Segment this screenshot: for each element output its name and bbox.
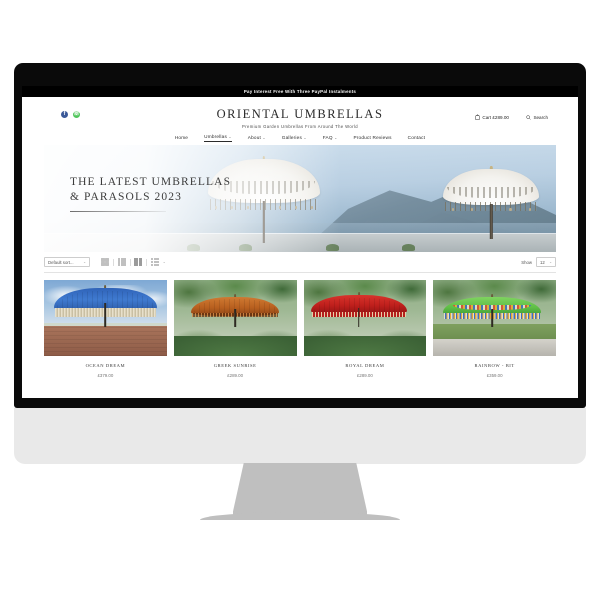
product-title[interactable]: ROYAL DREAM: [304, 363, 427, 368]
nav-label: Product Reviews: [353, 134, 392, 140]
product-grid: OCEAN DREAM £379.00 GREEK SUNRISE £289.0…: [44, 280, 556, 378]
header-utilities: Cart £289.00 Search: [475, 114, 548, 120]
umbrella-blue: [53, 284, 157, 328]
nav-item-faq[interactable]: FAQ ⌄: [323, 135, 338, 142]
nav-label: Home: [174, 134, 189, 140]
view-list-icon[interactable]: [150, 258, 159, 266]
product-title[interactable]: GREEK SUNRISE: [174, 363, 297, 368]
promo-banner-text: Pay Interest Free With Three PayPal Inst…: [243, 89, 357, 94]
product-card[interactable]: GREEK SUNRISE £289.00: [173, 280, 297, 378]
chevron-down-icon: ⌄: [83, 260, 86, 264]
brand-tagline: Premium Garden Umbrellas From Around The…: [242, 123, 358, 129]
product-image-royal-dream[interactable]: [303, 280, 427, 356]
sort-select[interactable]: Default sort... ⌄: [44, 257, 90, 267]
show-label: Show: [521, 259, 532, 265]
view-grid-2-icon[interactable]: [134, 258, 143, 266]
nav-label: Contact: [407, 134, 426, 140]
parasol-pole: [490, 203, 493, 239]
scene-hedge: [173, 336, 297, 356]
main-navigation: Home Umbrellas ⌄ About ⌄ Galleries ⌄ FAQ ⌄ P…: [22, 131, 578, 145]
product-title[interactable]: RAINBOW - BIT: [433, 363, 556, 368]
nav-item-contact[interactable]: Contact: [408, 135, 426, 142]
nav-label: FAQ: [322, 134, 333, 140]
chevron-down-icon: ⌄: [549, 260, 552, 264]
cart-label: Cart £289.00: [482, 114, 509, 120]
shop-toolbar: Default sort... ⌄ ⌄ Show 12 ⌄: [44, 252, 556, 273]
scene-paving: [433, 339, 556, 356]
site-header: f ☏ ORIENTAL UMBRELLAS Premium Garden Um…: [22, 97, 578, 131]
view-more-caret-icon[interactable]: ⌄: [163, 260, 166, 264]
umbrella-green-rainbow: [443, 293, 542, 328]
chevron-down-icon: ⌄: [262, 135, 266, 140]
scene-hedge: [303, 336, 427, 356]
cart-icon: [475, 114, 480, 120]
hero-headline-line1: THE LATEST UMBRELLAS: [70, 176, 232, 188]
product-card[interactable]: RAINBOW - BIT £359.00: [433, 280, 556, 378]
product-price: £379.00: [97, 373, 114, 378]
nav-item-product-reviews[interactable]: Product Reviews: [353, 135, 391, 142]
umbrella-pole: [491, 308, 493, 328]
hero-banner: THE LATEST UMBRELLAS & PARASOLS 2023: [44, 145, 556, 252]
chevron-down-icon: ⌄: [228, 135, 232, 140]
monitor-chin: [14, 408, 586, 464]
umbrella-pole: [357, 307, 360, 328]
nav-item-about[interactable]: About ⌄: [248, 135, 266, 142]
show-select[interactable]: 12 ⌄: [536, 257, 556, 267]
chevron-down-icon: ⌄: [303, 135, 307, 140]
nav-label: Umbrellas: [204, 134, 228, 140]
website-viewport: Pay Interest Free With Three PayPal Inst…: [22, 86, 578, 398]
view-grid-3-icon[interactable]: [117, 258, 126, 266]
monitor-mockup: Pay Interest Free With Three PayPal Inst…: [0, 0, 600, 600]
show-select-value: 12: [540, 259, 545, 265]
nav-item-umbrellas[interactable]: Umbrellas ⌄: [204, 134, 232, 142]
monitor-screen: Pay Interest Free With Three PayPal Inst…: [22, 86, 578, 398]
chevron-down-icon: ⌄: [334, 135, 338, 140]
nav-label: About: [247, 134, 261, 140]
umbrella-pole: [234, 308, 236, 328]
cart-button[interactable]: Cart £289.00: [475, 114, 509, 120]
umbrella-orange: [190, 293, 280, 328]
hero-copy: THE LATEST UMBRELLAS & PARASOLS 2023: [70, 175, 232, 213]
product-card[interactable]: OCEAN DREAM £379.00: [44, 280, 167, 378]
promo-banner[interactable]: Pay Interest Free With Three PayPal Inst…: [22, 86, 578, 97]
product-title[interactable]: OCEAN DREAM: [44, 363, 167, 368]
divider: [146, 258, 147, 266]
monitor-stand-foot: [200, 512, 400, 520]
hero-hedge: [402, 243, 416, 251]
product-image-greek-sunrise[interactable]: [173, 280, 297, 356]
product-image-ocean-dream[interactable]: [44, 280, 167, 356]
hero-underline-rule: [70, 211, 166, 213]
view-grid-4-icon[interactable]: [101, 258, 109, 266]
monitor-stand: [233, 463, 367, 518]
hero-parasol-secondary: [443, 165, 540, 239]
divider: [129, 258, 131, 266]
view-mode-switcher: ⌄: [101, 258, 166, 266]
nav-label: Galleries: [281, 134, 303, 140]
product-price: £289.00: [227, 373, 244, 378]
show-per-page-group: Show 12 ⌄: [521, 257, 556, 267]
umbrella-pole: [104, 303, 107, 328]
umbrella-red: [310, 292, 407, 328]
search-label: Search: [533, 114, 548, 120]
nav-item-home[interactable]: Home: [175, 135, 188, 142]
product-price: £289.00: [356, 373, 373, 378]
product-price: £359.00: [486, 373, 503, 378]
product-image-rainbow-bit[interactable]: [433, 280, 556, 356]
hero-headline-line2: & PARASOLS 2023: [70, 190, 182, 203]
sort-select-value: Default sort...: [48, 259, 74, 265]
product-card[interactable]: ROYAL DREAM £289.00: [303, 280, 427, 378]
search-button[interactable]: Search: [526, 115, 548, 120]
search-icon: [526, 114, 531, 120]
divider: [113, 258, 114, 266]
nav-item-galleries[interactable]: Galleries ⌄: [282, 135, 307, 142]
scene-brick-wall: [44, 325, 167, 356]
